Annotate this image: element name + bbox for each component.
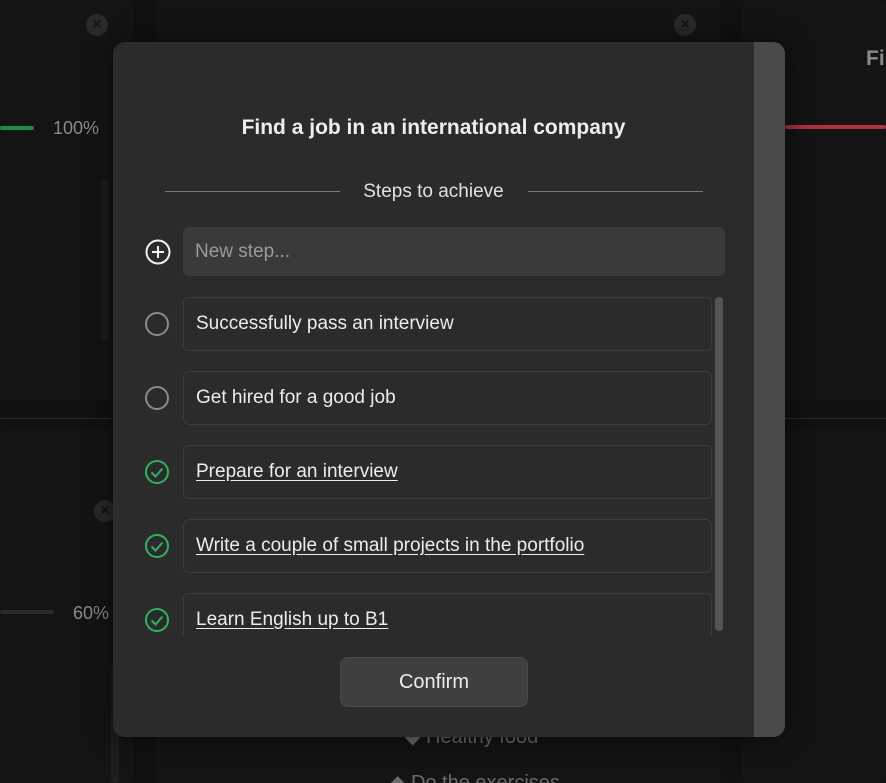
- confirm-button[interactable]: Confirm: [340, 657, 528, 707]
- plus-circle-icon[interactable]: [144, 238, 172, 266]
- step-item: Successfully pass an interview: [113, 297, 754, 351]
- edit-goal-modal: Find a job in an international company S…: [113, 42, 785, 737]
- step-field[interactable]: Learn English up to B1: [183, 593, 712, 637]
- check-circle-icon[interactable]: [144, 607, 170, 633]
- step-field[interactable]: Get hired for a good job: [183, 371, 712, 425]
- steps-scrollbar-thumb[interactable]: [715, 297, 723, 631]
- progress-bar: [0, 610, 54, 614]
- step-label: Successfully pass an interview: [196, 313, 454, 334]
- new-step-input[interactable]: [183, 227, 725, 276]
- close-icon[interactable]: ×: [86, 14, 108, 36]
- background-list-item: ◆ Do the exercises: [390, 770, 560, 783]
- progress-bar: [0, 126, 34, 130]
- background-list-item-label: Do the exercises: [410, 772, 560, 783]
- section-label: Steps to achieve: [363, 181, 504, 202]
- step-item: Get hired for a good job: [113, 371, 754, 425]
- close-icon[interactable]: ×: [674, 14, 696, 36]
- steps-scrollbar[interactable]: [713, 297, 725, 637]
- step-field[interactable]: Write a couple of small projects in the …: [183, 519, 712, 573]
- progress-percent: 60%: [73, 603, 110, 623]
- step-field[interactable]: Successfully pass an interview: [183, 297, 712, 351]
- step-label: Prepare for an interview: [196, 461, 398, 482]
- unchecked-circle-icon[interactable]: [144, 311, 170, 337]
- step-label: Write a couple of small projects in the …: [196, 535, 585, 556]
- section-divider-left: [165, 191, 340, 192]
- check-circle-icon[interactable]: [144, 533, 170, 559]
- step-item: Prepare for an interview: [113, 445, 754, 499]
- step-label: Learn English up to B1: [196, 609, 389, 630]
- scrollbar[interactable]: [101, 180, 109, 340]
- steps-list: Successfully pass an interview Get hired…: [113, 297, 754, 637]
- section-divider-right: [528, 191, 703, 192]
- progress-percent: 100%: [53, 118, 100, 138]
- step-item: Learn English up to B1: [113, 593, 754, 637]
- progress-bar: [785, 125, 886, 129]
- goal-title: Find a job in an international company: [241, 116, 626, 139]
- step-label: Get hired for a good job: [196, 387, 396, 408]
- card-title: Fi: [866, 47, 885, 70]
- modal-scrollbar[interactable]: [754, 42, 785, 737]
- step-field[interactable]: Prepare for an interview: [183, 445, 712, 499]
- check-circle-icon[interactable]: [144, 459, 170, 485]
- step-item: Write a couple of small projects in the …: [113, 519, 754, 573]
- unchecked-circle-icon[interactable]: [144, 385, 170, 411]
